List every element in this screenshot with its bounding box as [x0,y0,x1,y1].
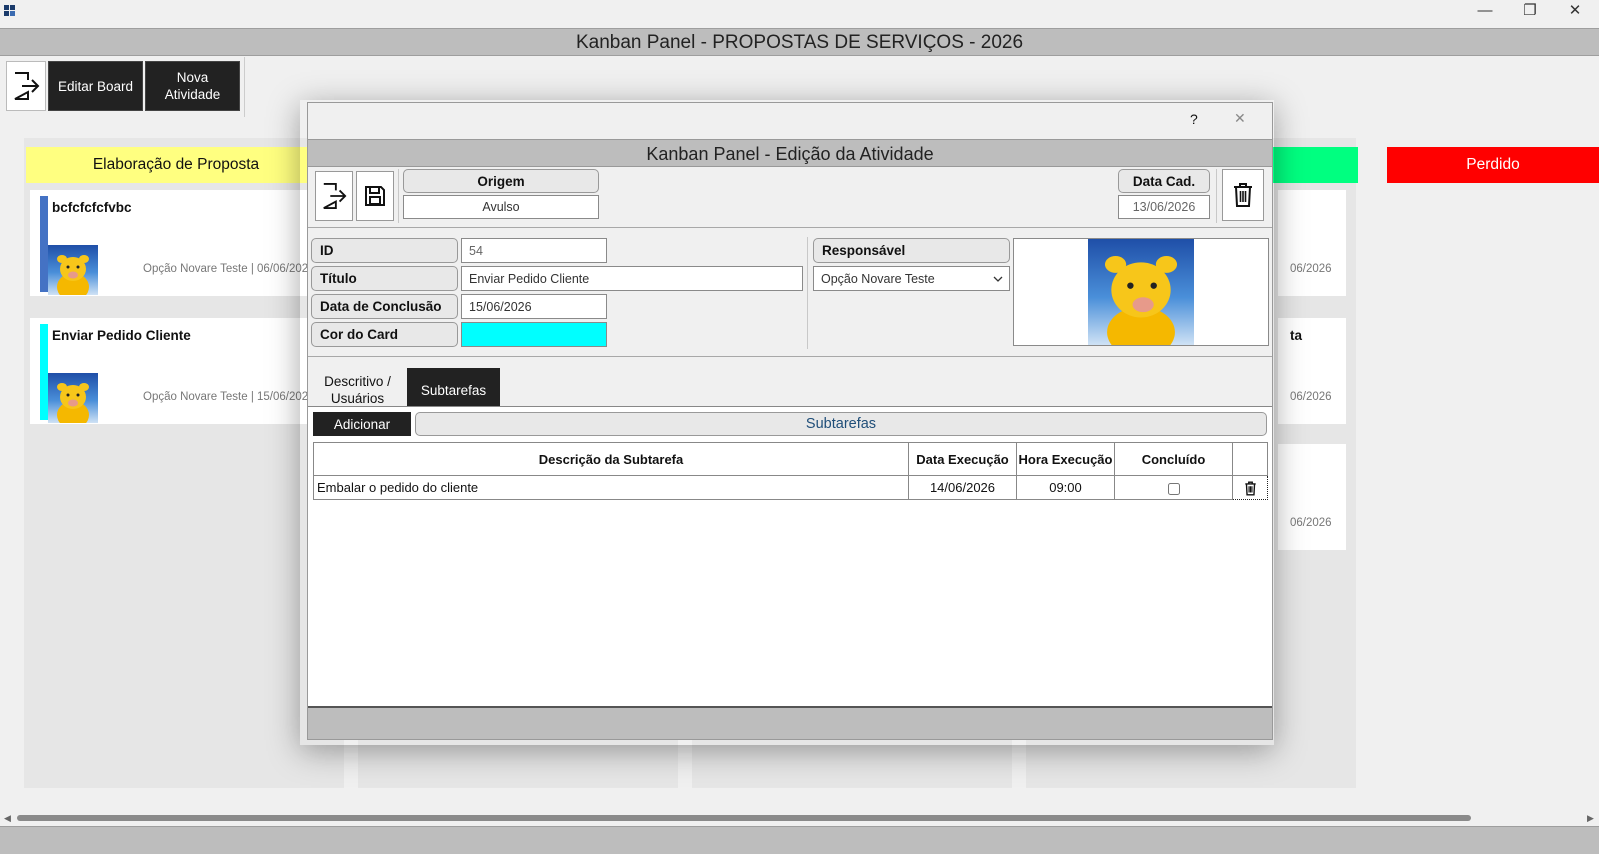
cor-card-label: Cor do Card [311,322,458,347]
card-title: Enviar Pedido Cliente [52,328,191,343]
kanban-card[interactable]: 06/2026 [1278,444,1346,550]
dialog-footer [308,708,1272,739]
card-meta: 06/2026 [1290,391,1332,403]
table-row[interactable]: Embalar o pedido do cliente 14/06/2026 0… [313,475,1268,500]
column-header [1232,442,1268,476]
id-field: 54 [461,238,607,263]
subtasks-table: Descrição da Subtarefa Data Execução Hor… [313,442,1268,500]
edit-activity-dialog: ? ✕ Kanban Panel - Edição da Atividade O… [307,102,1273,740]
data-conclusao-label: Data de Conclusão [311,294,458,319]
new-activity-button[interactable]: Nova Atividade [145,61,240,111]
data-conclusao-input[interactable]: 15/06/2026 [461,294,607,319]
card-meta: Opção Novare Teste | 15/06/2026 [143,391,315,403]
responsavel-selected: Opção Novare Teste [821,271,935,286]
delete-subtask-button[interactable] [1232,475,1268,500]
scroll-right-icon[interactable]: ▶ [1587,813,1594,824]
save-button[interactable] [356,171,394,221]
minimize-button[interactable]: — [1462,0,1508,22]
window-titlebar: — ❐ ✕ [0,0,1599,24]
column-header: Concluído [1114,442,1233,476]
close-window-button[interactable]: ✕ [1552,0,1598,22]
subtask-date[interactable]: 14/06/2026 [908,475,1017,500]
status-bar [0,826,1599,854]
toolbar-divider [244,57,245,117]
exit-icon [14,72,40,100]
avatar [48,373,98,423]
origem-field: Avulso [403,195,599,219]
delete-activity-button[interactable] [1222,169,1264,221]
help-button[interactable]: ? [1190,111,1198,127]
card-meta: 06/2026 [1290,263,1332,275]
card-meta: 06/2026 [1290,517,1332,529]
data-cad-field: 13/06/2026 [1118,195,1210,219]
subtask-done-cell [1114,475,1233,500]
close-dialog-button[interactable]: ✕ [1234,110,1246,127]
column-header: Descrição da Subtarefa [313,442,909,476]
data-cad-label: Data Cad. [1118,169,1210,193]
titulo-label: Título [311,266,458,291]
column-header [1270,147,1358,183]
edit-board-button[interactable]: Editar Board [48,61,143,111]
dialog-titlebar: ? ✕ [308,103,1272,138]
divider [807,237,808,349]
table-header-row: Descrição da Subtarefa Data Execução Hor… [313,442,1268,476]
avatar [1088,239,1194,345]
divider [1216,169,1217,223]
exit-icon [323,183,347,209]
horizontal-scrollbar[interactable]: ◀ ▶ [0,810,1599,826]
card-color-stripe [40,324,48,420]
responsavel-select[interactable]: Opção Novare Teste [813,266,1010,291]
card-meta: Opção Novare Teste | 06/06/2026 [143,263,315,275]
trash-icon [1244,480,1256,496]
subtask-description[interactable]: Embalar o pedido do cliente [313,475,909,500]
card-color-stripe [40,196,48,292]
card-color-picker[interactable] [461,322,607,347]
dialog-title: Kanban Panel - Edição da Atividade [308,139,1272,167]
trash-icon [1234,183,1252,207]
scroll-left-icon[interactable]: ◀ [4,813,11,824]
subtask-time[interactable]: 09:00 [1016,475,1115,500]
divider [308,356,1272,357]
column-header: Data Execução [908,442,1017,476]
card-title: bcfcfcfcfvbc [52,200,132,215]
column-header: Elaboração de Proposta [26,147,326,183]
exit-dialog-button[interactable] [315,171,353,221]
subtask-done-checkbox[interactable] [1167,482,1180,495]
kanban-card[interactable]: ta 06/2026 [1278,318,1346,424]
responsavel-photo [1013,238,1269,346]
column-header: Hora Execução [1016,442,1115,476]
chevron-down-icon [993,276,1003,282]
board-column [1378,138,1599,788]
exit-button[interactable] [6,61,46,111]
origem-label: Origem [403,169,599,193]
restore-button[interactable]: ❐ [1507,0,1553,22]
titulo-input[interactable]: Enviar Pedido Cliente [461,266,803,291]
avatar [48,245,98,295]
save-icon [365,186,385,206]
scrollbar-thumb[interactable] [17,815,1471,821]
app-icon [4,5,16,17]
card-title: ta [1290,328,1303,343]
responsavel-label: Responsável [813,238,1010,263]
divider [398,169,399,223]
kanban-card[interactable]: bcfcfcfcfvbc Opção Novare Teste | 06/06/… [30,190,315,296]
kanban-card[interactable]: 06/2026 [1278,190,1346,296]
add-subtask-button[interactable]: Adicionar [313,412,411,436]
kanban-card[interactable]: Enviar Pedido Cliente Opção Novare Teste… [30,318,315,424]
subtasks-section-title: Subtarefas [415,412,1267,436]
page-title: Kanban Panel - PROPOSTAS DE SERVIÇOS - 2… [0,28,1599,56]
column-header: Perdido [1387,147,1599,183]
divider [308,227,1272,228]
id-label: ID [311,238,458,263]
